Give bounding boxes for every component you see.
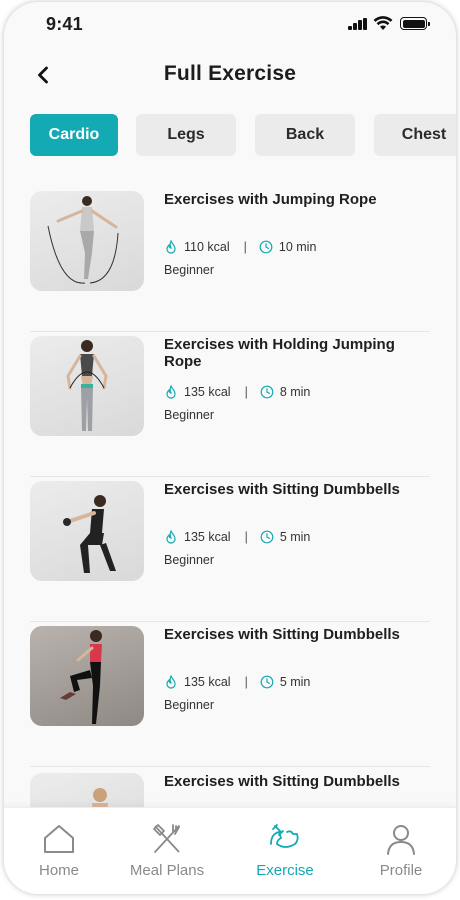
back-button[interactable] bbox=[28, 60, 58, 90]
divider bbox=[30, 766, 430, 767]
dumbbell-arm-icon bbox=[270, 824, 299, 848]
meta-separator: | bbox=[244, 675, 248, 689]
exercise-meta: 135 kcal | 8 min bbox=[164, 383, 310, 401]
flame-icon bbox=[166, 240, 176, 254]
duration-value: 5 min bbox=[279, 530, 311, 544]
exercise-title: Exercises with Holding Jumping Rope bbox=[164, 336, 395, 370]
chevron-left-icon bbox=[38, 66, 48, 84]
calories-value: 135 kcal bbox=[184, 385, 231, 399]
exercise-title: Exercises with Jumping Rope bbox=[164, 191, 377, 208]
exercise-item[interactable]: Exercises with Holding Jumping Rope 135 … bbox=[30, 332, 430, 477]
exercise-title: Exercises with Sitting Dumbbells bbox=[164, 481, 400, 498]
difficulty-level: Beginner bbox=[164, 553, 215, 567]
meta-separator: | bbox=[243, 240, 247, 254]
meta-separator: | bbox=[244, 385, 248, 399]
clock-icon bbox=[260, 385, 274, 399]
battery-icon bbox=[400, 17, 430, 30]
cellular-signal-icon bbox=[348, 18, 368, 30]
calories-value: 135 kcal bbox=[184, 530, 231, 544]
flame-icon bbox=[166, 385, 176, 399]
exercise-item[interactable]: Exercises with Jumping Rope 110 kcal | 1… bbox=[30, 187, 430, 332]
wifi-icon bbox=[373, 16, 393, 30]
bottom-navigation: Home Meal Plans Exercise Profile bbox=[4, 807, 456, 894]
clock-icon bbox=[260, 530, 274, 544]
nav-home-label: Home bbox=[38, 862, 79, 879]
exercise-thumbnail bbox=[30, 336, 144, 436]
nav-exercise[interactable]: Exercise bbox=[230, 808, 340, 888]
status-time: 9:41 bbox=[46, 14, 83, 34]
phone-screen: 9:41 Full Exercise Cardio Legs Back Ches… bbox=[4, 2, 456, 894]
difficulty-level: Beginner bbox=[164, 263, 215, 277]
exercise-title: Exercises with Sitting Dumbbells bbox=[164, 626, 400, 643]
calories-value: 110 kcal bbox=[184, 240, 230, 254]
exercise-meta: 135 kcal | 5 min bbox=[164, 673, 310, 691]
fork-knife-icon bbox=[153, 824, 180, 853]
tab-back[interactable]: Back bbox=[255, 114, 355, 156]
difficulty-level: Beginner bbox=[164, 408, 215, 422]
nav-meal-plans-label: Meal Plans bbox=[129, 862, 205, 879]
clock-icon bbox=[260, 675, 274, 689]
clock-icon bbox=[259, 240, 273, 254]
page-title: Full Exercise bbox=[163, 62, 297, 85]
nav-exercise-label: Exercise bbox=[256, 862, 314, 879]
flame-icon bbox=[166, 675, 176, 689]
tab-chest[interactable]: Chest bbox=[374, 114, 456, 156]
home-icon bbox=[44, 825, 74, 853]
category-tabs: Cardio Legs Back Chest bbox=[30, 114, 456, 158]
tab-legs[interactable]: Legs bbox=[136, 114, 236, 156]
meta-separator: | bbox=[244, 530, 248, 544]
exercise-meta: 135 kcal | 5 min bbox=[164, 528, 310, 546]
exercise-item[interactable]: Exercises with Sitting Dumbbells 135 kca… bbox=[30, 477, 430, 622]
duration-value: 8 min bbox=[279, 385, 311, 399]
calories-value: 135 kcal bbox=[184, 675, 231, 689]
nav-home[interactable]: Home bbox=[4, 808, 114, 888]
exercise-thumbnail bbox=[30, 481, 144, 581]
tab-cardio[interactable]: Cardio bbox=[30, 114, 118, 156]
duration-value: 10 min bbox=[278, 240, 317, 254]
duration-value: 5 min bbox=[279, 675, 311, 689]
exercise-thumbnail bbox=[30, 191, 144, 291]
exercise-title: Exercises with Sitting Dumbbells bbox=[164, 773, 400, 790]
nav-profile-label: Profile bbox=[379, 862, 423, 879]
exercise-item[interactable]: Exercises with Sitting Dumbbells 135 kca… bbox=[30, 622, 430, 767]
nav-profile[interactable]: Profile bbox=[346, 808, 456, 888]
exercise-thumbnail bbox=[30, 626, 144, 726]
difficulty-level: Beginner bbox=[164, 698, 215, 712]
exercise-meta: 110 kcal | 10 min bbox=[164, 238, 316, 256]
status-bar: 9:41 bbox=[4, 2, 456, 46]
nav-meal-plans[interactable]: Meal Plans bbox=[112, 808, 222, 888]
user-icon bbox=[387, 825, 415, 855]
flame-icon bbox=[166, 530, 176, 544]
